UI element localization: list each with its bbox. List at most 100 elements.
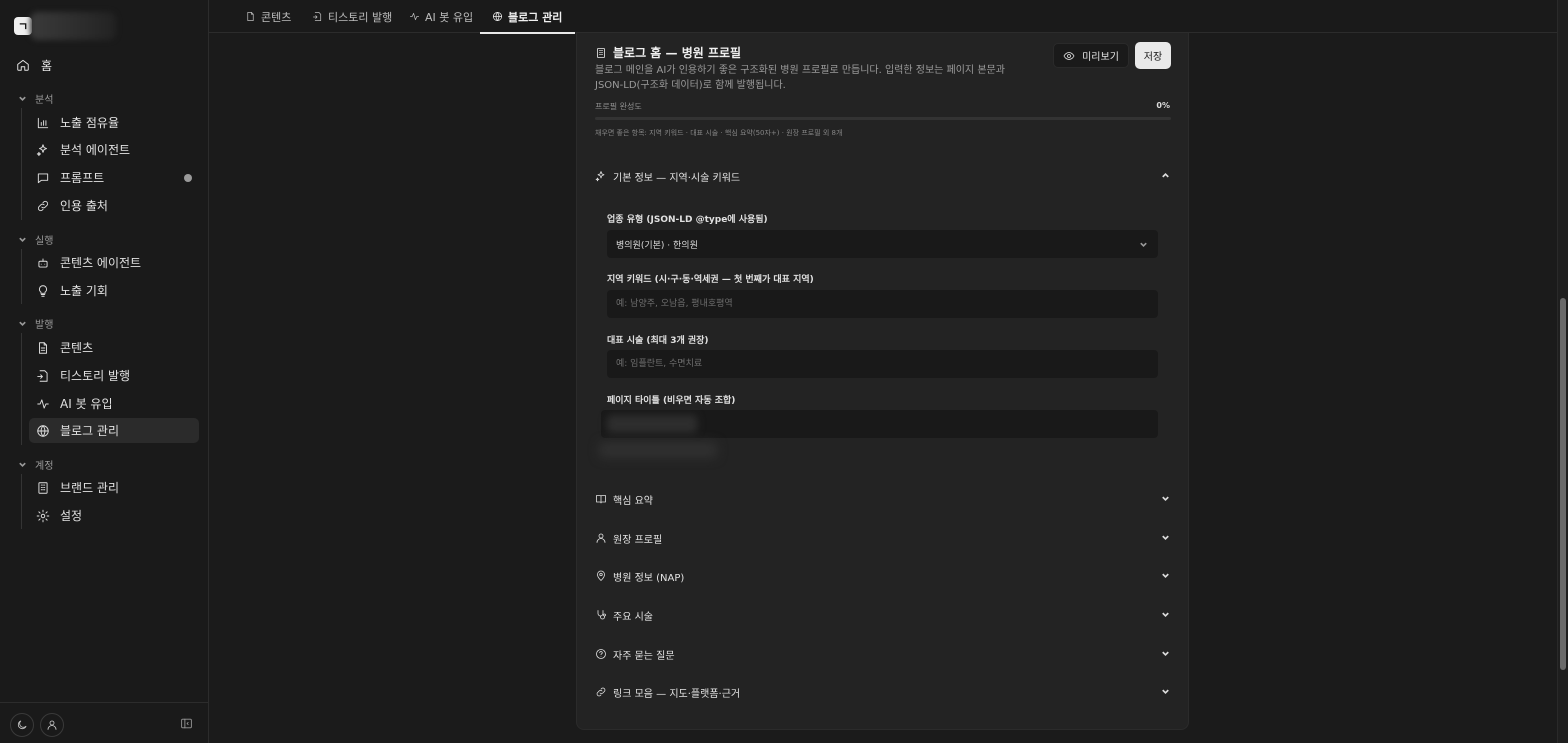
tab-blog-management[interactable]: 블로그 관리 [479,0,576,34]
chevron-down-icon [1162,496,1169,502]
sidebar-item-exposure-share[interactable]: 노출 점유율 [29,110,199,135]
tree-line [21,249,22,304]
help-circle-icon [596,649,606,659]
sidebar-item-label: 홈 [41,58,53,73]
redacted-input-value [607,415,697,433]
main-treatments-label: 대표 시술 (최대 3개 권장) [607,336,709,346]
link-icon [38,200,48,211]
chevron-down-icon [19,96,26,101]
scrollbar-thumb[interactable] [1560,298,1566,670]
section-core-summary[interactable]: 핵심 요약 [595,489,1171,509]
region-keywords-field [607,290,1158,318]
section-hospital-info[interactable]: 병원 정보 (NAP) [595,566,1171,586]
tab-tistory-publish[interactable]: 티스토리 발행 [312,0,392,33]
progress-hint: 채우면 좋은 항목: 지역 키워드 · 대표 시술 · 핵심 요약(50자+) … [595,129,843,137]
stethoscope-icon [597,610,606,620]
lightbulb-icon [39,284,47,297]
message-square-icon [37,172,49,183]
bot-icon [38,257,48,268]
main-treatments-field [607,350,1158,378]
building-icon [38,481,48,494]
sidebar-group-account[interactable]: 계정 [18,457,53,472]
theme-toggle-button[interactable] [10,713,34,737]
sidebar-item-analysis-agent[interactable]: 분석 에이전트 [29,137,199,162]
map-pin-icon [597,570,605,581]
sidebar-group-publish[interactable]: 발행 [18,316,53,331]
chevron-down-icon [1162,651,1169,657]
gear-icon [36,509,50,522]
eye-icon [1063,51,1075,60]
chevron-down-icon [1162,612,1169,618]
file-text-icon [39,341,47,354]
tree-line [21,474,22,529]
section-director-profile[interactable]: 원장 프로필 [595,528,1171,548]
sparkles-icon [36,143,47,156]
section-basic-info[interactable]: 기본 정보 — 지역·시술 키워드 [595,166,1171,186]
activity-icon [410,12,419,21]
sidebar-item-content[interactable]: 콘텐츠 [29,335,199,360]
sidebar: ㄱ 홈 분석 노출 점유율 분석 에이전트 프롬프트 인용 출처 실행 콘텐츠 … [0,0,209,743]
main-treatments-input[interactable] [607,350,1158,378]
section-faq[interactable]: 자주 묻는 질문 [595,644,1171,664]
user-icon [596,533,606,543]
building-icon [597,47,605,58]
preview-button[interactable]: 미리보기 [1053,43,1129,68]
tree-line [21,333,22,445]
profile-button[interactable] [40,713,64,737]
tab-content[interactable]: 콘텐츠 [245,0,291,33]
chevron-down-icon [1162,573,1169,579]
page-title-label: 페이지 타이틀 (비우면 자동 조합) [607,396,736,406]
sidebar-footer [0,702,209,743]
sidebar-item-exposure-opportunity[interactable]: 노출 기회 [29,278,199,303]
card-description: 블로그 메인을 AI가 인용하기 좋은 구조화된 병원 프로필로 만듭니다. 입… [595,65,1005,91]
sidebar-item-settings[interactable]: 설정 [29,503,199,528]
home-icon [17,59,29,71]
section-main-treatments[interactable]: 주요 시술 [595,605,1171,625]
sidebar-item-brand-management[interactable]: 브랜드 관리 [29,475,199,500]
sparkles-icon [595,171,605,182]
tree-line [21,108,22,220]
workspace-name-redacted [30,12,116,40]
progress-label: 프로필 완성도 [595,102,642,111]
top-tabs: 콘텐츠 티스토리 발행 AI 봇 유입 블로그 관리 [209,0,1557,34]
link-icon [596,687,606,697]
business-type-value: 병의원(기본) · 한의원 [616,241,698,251]
chevron-down-icon [1162,535,1169,541]
tab-ai-bot-traffic[interactable]: AI 봇 유입 [409,0,473,33]
activity-icon [37,398,49,409]
page-scrollbar[interactable] [1557,0,1568,743]
chevron-down-icon [19,321,26,326]
chevron-down-icon [1162,689,1169,695]
sidebar-group-execute[interactable]: 실행 [18,232,53,247]
share-file-icon [313,12,322,21]
file-icon [247,12,254,21]
card-title: 블로그 홈 — 병원 프로필 [595,44,741,61]
progress-value: 0% [1156,101,1170,110]
globe-icon [37,424,49,437]
redacted-helper-text [599,442,717,458]
region-keywords-input[interactable] [607,290,1158,318]
sidebar-item-citation-sources[interactable]: 인용 출처 [29,193,199,218]
status-dot [184,174,192,182]
sidebar-group-analysis[interactable]: 분석 [18,91,53,106]
collapse-sidebar-button[interactable] [180,717,193,730]
sidebar-item-home[interactable]: 홈 [16,57,52,73]
progress-bar [595,117,1171,120]
panel-left-icon [181,718,192,729]
chevron-down-icon [1140,242,1147,247]
region-keywords-label: 지역 키워드 (시·구·동·역세권 — 첫 번째가 대표 지역) [607,275,814,285]
sidebar-item-ai-bot-traffic[interactable]: AI 봇 유입 [29,391,199,416]
user-icon [47,720,57,730]
sidebar-item-blog-management[interactable]: 블로그 관리 [29,418,199,443]
book-icon [596,495,606,504]
sidebar-item-prompt[interactable]: 프롬프트 [29,165,199,190]
sidebar-item-content-agent[interactable]: 콘텐츠 에이전트 [29,250,199,275]
blog-home-profile-card: 블로그 홈 — 병원 프로필 블로그 메인을 AI가 인용하기 좋은 구조화된 … [576,33,1189,730]
chevron-down-icon [19,462,26,467]
chevron-down-icon [19,237,26,242]
sidebar-item-tistory-publish[interactable]: 티스토리 발행 [29,363,199,388]
business-type-select[interactable]: 병의원(기본) · 한의원 [607,230,1158,258]
save-button[interactable]: 저장 [1135,42,1171,69]
chevron-up-icon [1162,172,1169,178]
section-links[interactable]: 링크 모음 — 지도·플랫폼·근거 [595,682,1171,702]
